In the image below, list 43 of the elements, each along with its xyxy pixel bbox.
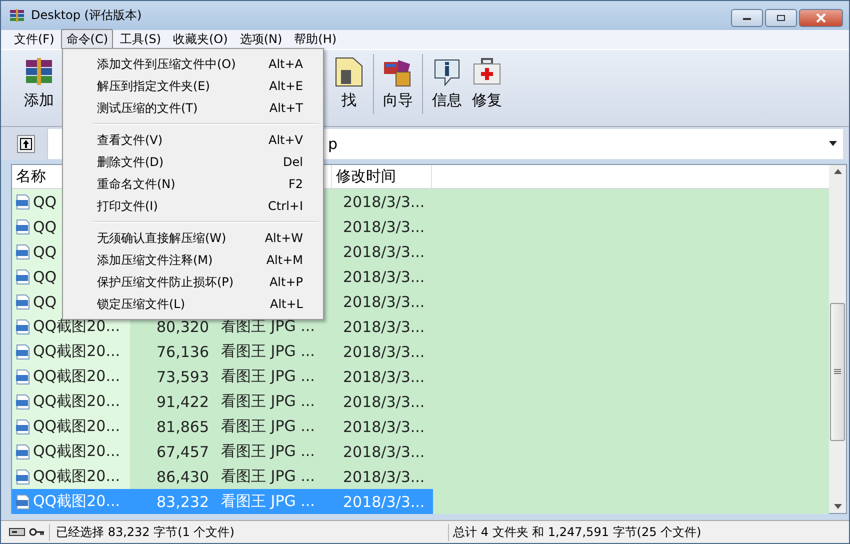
file-date: 2018/3/3... [343,342,425,360]
file-date: 2018/3/3... [343,368,425,386]
file-name: QQ [33,192,57,210]
file-name: QQ [33,268,57,286]
file-name: QQ截图20... [33,442,120,461]
file-date: 2018/3/3... [343,392,425,410]
file-date: 2018/3/3... [343,218,425,236]
file-type: 看图王 JPG ... [221,392,315,411]
file-size: 86,430 [156,468,209,486]
file-name: QQ [33,218,57,236]
file-size: 67,457 [156,442,209,460]
file-size: 81,865 [156,418,209,436]
file-name: QQ截图20... [33,392,120,411]
file-date: 2018/3/3... [343,192,425,210]
file-date: 2018/3/3... [343,242,425,260]
file-type: 看图王 JPG ... [221,342,315,361]
file-date: 2018/3/3... [343,268,425,286]
file-name: QQ截图20... [33,417,120,436]
total-status: 总计 4 文件夹 和 1,247,591 字节(25 个文件) [448,524,841,540]
file-type: 看图王 JPG ... [221,442,315,461]
file-date: 2018/3/3... [343,292,425,310]
file-size: 80,320 [156,318,209,336]
file-name: QQ截图20... [33,492,120,511]
file-type: 看图王 JPG ... [221,417,315,436]
file-name: QQ [33,242,57,260]
file-size: 73,593 [156,368,209,386]
file-date: 2018/3/3... [343,442,425,460]
file-name: QQ截图20... [33,467,120,486]
file-date: 2018/3/3... [343,468,425,486]
window-title: Desktop (评估版本) [31,7,143,24]
file-type: 看图王 JPG ... [221,467,315,486]
file-name: QQ截图20... [33,367,120,386]
file-date: 2018/3/3... [343,418,425,436]
file-date: 2018/3/3... [343,492,425,510]
file-size: 76,136 [156,342,209,360]
file-size: 91,422 [156,392,209,410]
file-size: 83,232 [156,492,209,510]
file-date: 2018/3/3... [343,318,425,336]
file-name: QQ [33,292,57,310]
file-name: QQ截图20... [33,342,120,361]
file-type: 看图王 JPG ... [221,492,315,511]
selection-status: 已经选择 83,232 字节(1 个文件) [49,524,444,540]
file-type: 看图王 JPG ... [221,367,315,386]
